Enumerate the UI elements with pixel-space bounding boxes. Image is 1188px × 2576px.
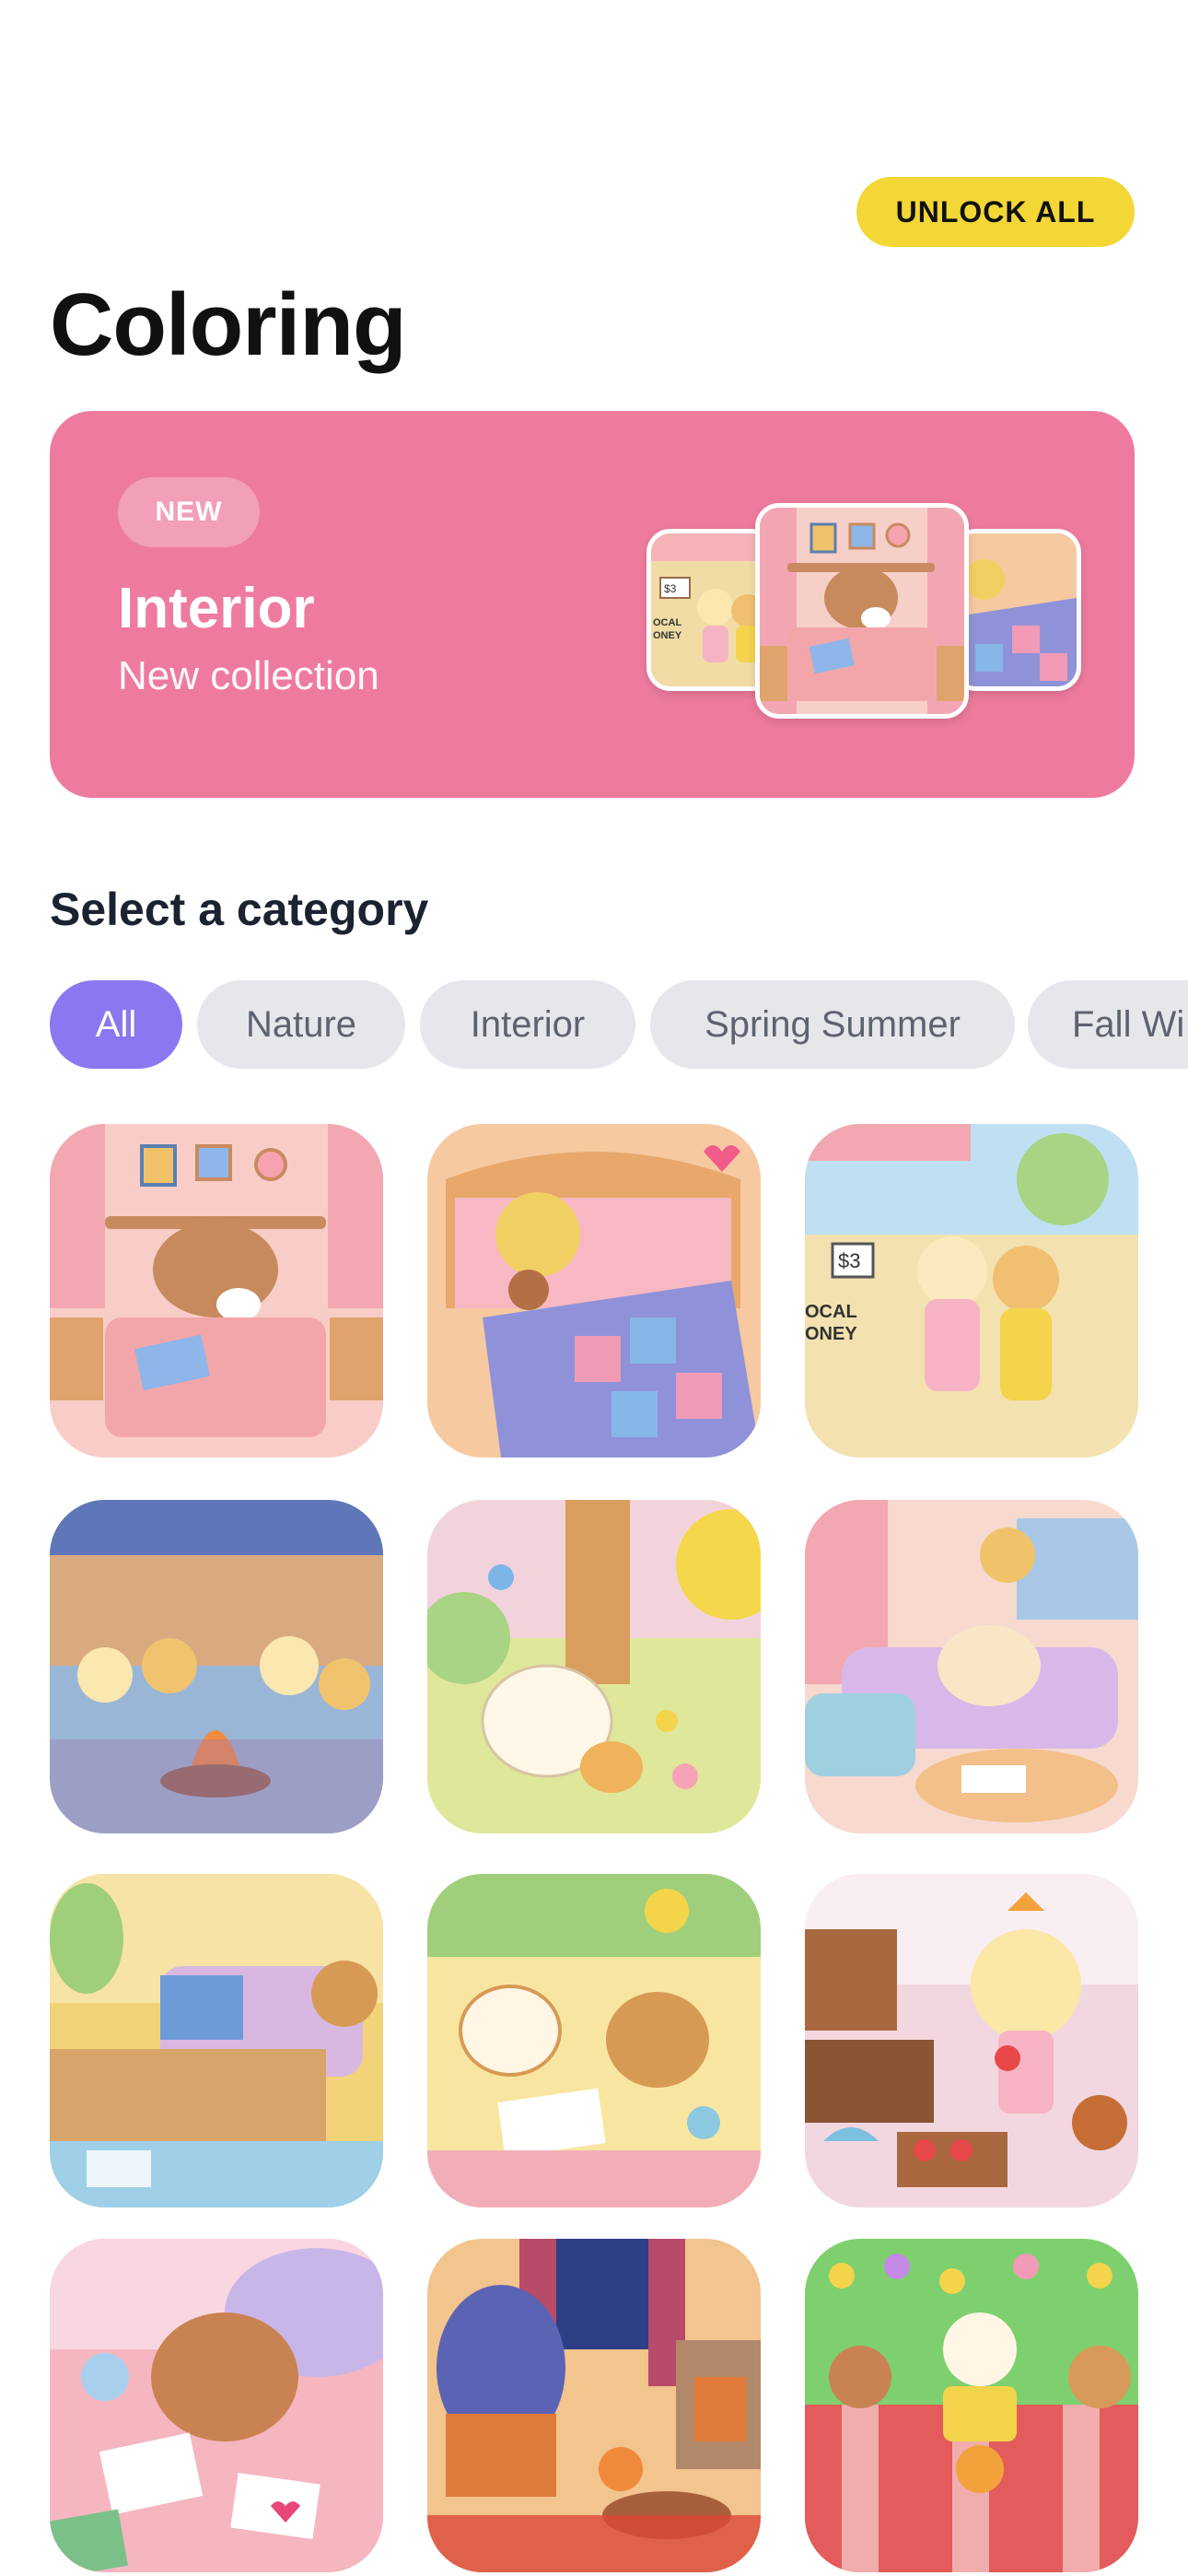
chip-spring-summer[interactable]: Spring Summer bbox=[650, 980, 1015, 1069]
new-collection-banner[interactable]: NEW Interior New collection $3 OCAL ONEY bbox=[50, 411, 1135, 798]
svg-text:OCAL: OCAL bbox=[653, 617, 681, 628]
svg-text:ONEY: ONEY bbox=[653, 630, 682, 641]
category-chips: All Nature Interior Spring Summer Fall W… bbox=[50, 980, 1188, 1071]
grid-item-sleeping-puppy-bedroom[interactable] bbox=[50, 1124, 383, 1458]
chip-all[interactable]: All bbox=[50, 980, 182, 1069]
unlock-all-button[interactable]: UNLOCK ALL bbox=[856, 177, 1135, 247]
chip-nature[interactable]: Nature bbox=[197, 980, 405, 1069]
grid-item-forest-puppy-kitten[interactable] bbox=[427, 1500, 761, 1833]
banner-subtitle: New collection bbox=[118, 653, 379, 698]
page-title: Coloring bbox=[50, 275, 407, 374]
svg-text:OCAL: OCAL bbox=[805, 1302, 857, 1322]
chip-fall-winter[interactable]: Fall Wi bbox=[1028, 980, 1188, 1069]
grid-item-puppy-quilt-bed[interactable] bbox=[427, 1124, 761, 1458]
grid-item-campfire-night[interactable] bbox=[50, 1500, 383, 1833]
svg-text:ONEY: ONEY bbox=[805, 1324, 857, 1344]
grid-item-puppy-bear-drawing[interactable] bbox=[427, 1874, 761, 2207]
grid-item-garden-strawberries[interactable] bbox=[805, 1874, 1138, 2207]
grid-item-autumn-fireplace[interactable] bbox=[427, 2239, 761, 2572]
grid-item-puppy-writing-letters[interactable] bbox=[50, 2239, 383, 2572]
grid-item-picnic-meadow[interactable] bbox=[805, 2239, 1138, 2572]
banner-title: Interior bbox=[118, 577, 315, 640]
banner-thumb-center bbox=[755, 503, 969, 719]
market-sign-price: $3 bbox=[838, 1249, 860, 1272]
new-badge: NEW bbox=[118, 477, 260, 547]
grid-item-cozy-nap-sofa[interactable] bbox=[805, 1500, 1138, 1833]
grid-item-living-room-laptop[interactable] bbox=[50, 1874, 383, 2207]
category-section-title: Select a category bbox=[50, 884, 429, 935]
banner-thumb-right bbox=[952, 529, 1081, 691]
banner-thumb-price: $3 bbox=[664, 582, 677, 595]
chip-interior[interactable]: Interior bbox=[420, 980, 635, 1069]
grid-item-local-market[interactable]: $3 OCAL ONEY bbox=[805, 1124, 1138, 1458]
